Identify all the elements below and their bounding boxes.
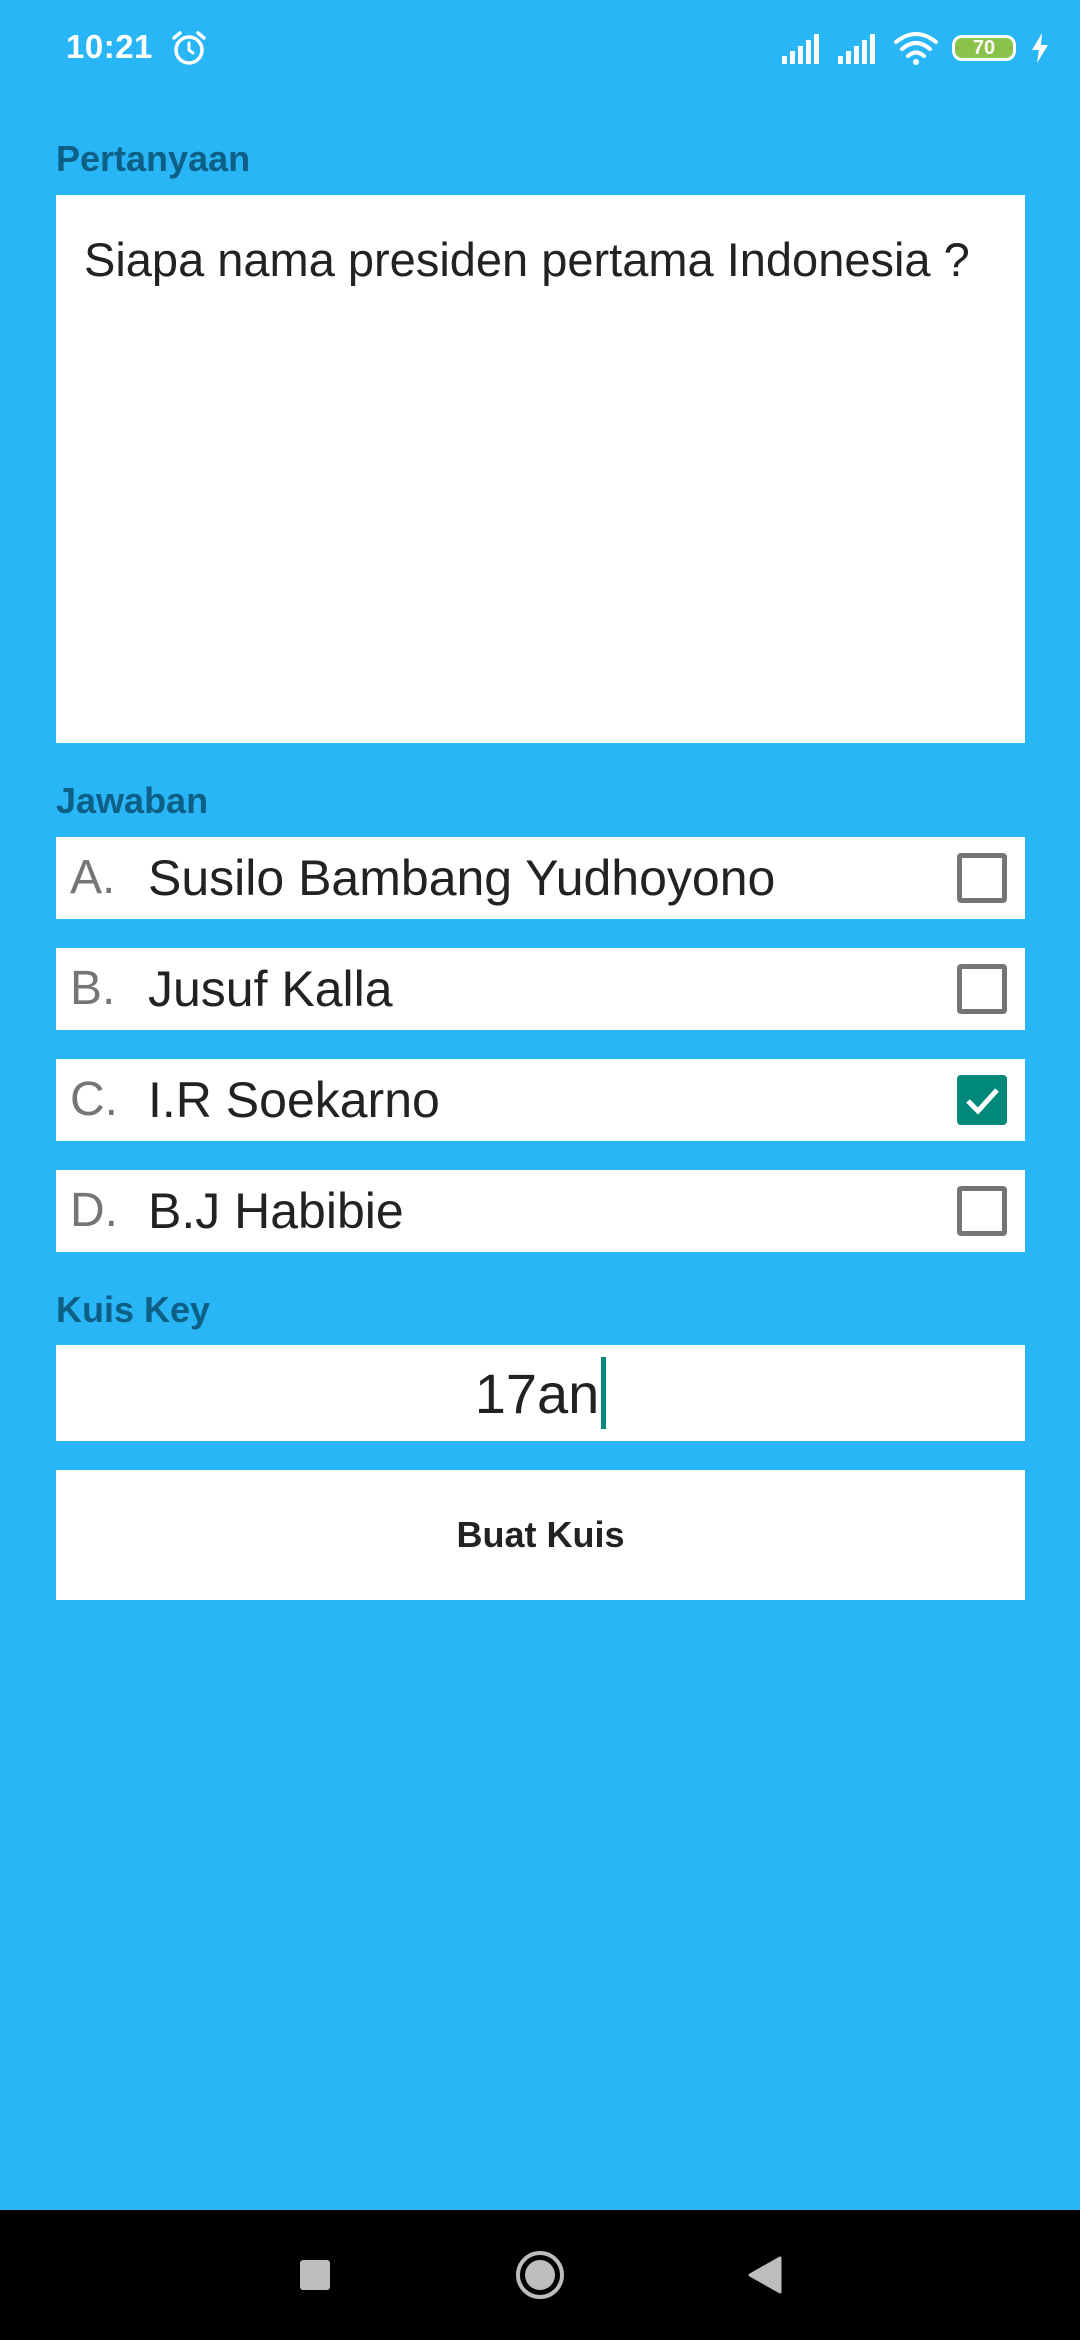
answer-row-a[interactable]: A. Susilo Bambang Yudhoyono xyxy=(56,837,1025,919)
back-triangle-icon xyxy=(748,2256,782,2294)
quiz-creation-screen: 10:21 70 Pertanyaan Siapa nama presiden … xyxy=(0,0,1080,2340)
answer-row-d[interactable]: D. B.J Habibie xyxy=(56,1170,1025,1252)
cellular-signal-icon xyxy=(782,34,819,64)
answers-label: Jawaban xyxy=(56,780,209,821)
answer-text-input[interactable]: Susilo Bambang Yudhoyono xyxy=(148,837,775,919)
cellular-signal-icon xyxy=(838,34,875,64)
question-input[interactable]: Siapa nama presiden pertama Indonesia ? xyxy=(56,195,1025,743)
answer-checkbox-b[interactable] xyxy=(957,964,1007,1014)
answer-checkbox-c[interactable] xyxy=(957,1075,1007,1125)
answer-letter: C. xyxy=(70,1073,118,1126)
battery-icon: 70 xyxy=(952,35,1016,61)
quiz-key-value: 17an xyxy=(474,1361,600,1425)
status-time: 10:21 xyxy=(66,28,153,65)
answer-row-c[interactable]: C. I.R Soekarno xyxy=(56,1059,1025,1141)
status-bar: 10:21 70 xyxy=(0,0,1080,96)
home-circle-icon xyxy=(516,2251,564,2299)
recents-square-icon xyxy=(300,2260,330,2290)
answer-letter: D. xyxy=(70,1184,118,1237)
answer-text-input[interactable]: Jusuf Kalla xyxy=(148,948,393,1030)
text-cursor xyxy=(601,1357,607,1429)
answer-checkbox-d[interactable] xyxy=(957,1186,1007,1236)
recents-button[interactable] xyxy=(285,2210,345,2340)
create-quiz-button[interactable]: Buat Kuis xyxy=(56,1470,1025,1600)
answer-checkbox-a[interactable] xyxy=(957,853,1007,903)
question-label: Pertanyaan xyxy=(56,138,251,179)
answer-text-input[interactable]: I.R Soekarno xyxy=(148,1059,440,1141)
check-icon xyxy=(966,1088,999,1115)
navigation-bar xyxy=(0,2210,1080,2340)
answer-letter: A. xyxy=(70,851,116,904)
alarm-icon xyxy=(172,31,206,65)
answer-text-input[interactable]: B.J Habibie xyxy=(148,1170,404,1252)
home-button[interactable] xyxy=(510,2210,570,2340)
battery-level: 70 xyxy=(972,37,996,59)
quiz-key-label: Kuis Key xyxy=(56,1289,211,1330)
charging-bolt-icon xyxy=(1032,33,1048,63)
back-button[interactable] xyxy=(735,2210,795,2340)
wifi-icon xyxy=(894,32,938,65)
quiz-key-input[interactable]: 17an xyxy=(56,1345,1025,1441)
answer-row-b[interactable]: B. Jusuf Kalla xyxy=(56,948,1025,1030)
answer-letter: B. xyxy=(70,962,116,1015)
status-icons: 70 xyxy=(782,28,1050,68)
